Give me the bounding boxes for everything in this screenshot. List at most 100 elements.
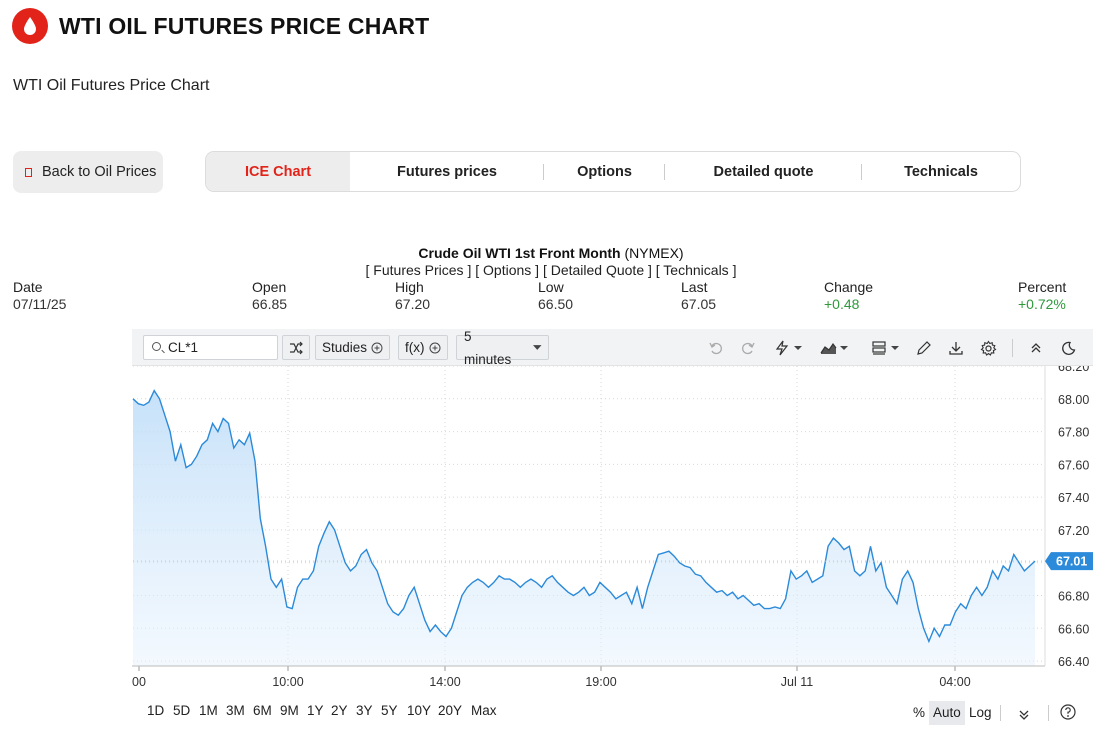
price-chart[interactable]: 68.2068.0067.8067.6067.4067.2067.0066.80… bbox=[132, 366, 1093, 699]
page-title: WTI OIL FUTURES PRICE CHART bbox=[59, 12, 430, 39]
chevron-down-icon bbox=[533, 345, 542, 350]
percent-scale-button[interactable]: % bbox=[913, 701, 925, 725]
header: WTI OIL FUTURES PRICE CHART bbox=[12, 6, 429, 46]
layout-icon[interactable] bbox=[870, 338, 904, 358]
tab-options[interactable]: Options bbox=[544, 152, 665, 191]
dark-mode-icon[interactable] bbox=[1058, 338, 1078, 358]
lightning-icon[interactable] bbox=[772, 338, 806, 358]
stat-high: High 67.20 bbox=[395, 279, 430, 313]
range-button-9m[interactable]: 9M bbox=[280, 703, 299, 718]
pencil-icon[interactable] bbox=[914, 338, 934, 358]
price-area bbox=[133, 390, 1035, 666]
back-icon bbox=[25, 167, 32, 177]
stat-open: Open 66.85 bbox=[252, 279, 287, 313]
stat-low: Low 66.50 bbox=[538, 279, 573, 313]
redo-icon[interactable] bbox=[738, 338, 758, 358]
stat-label: Percent bbox=[1018, 279, 1067, 295]
range-button-1y[interactable]: 1Y bbox=[307, 703, 324, 718]
x-tick-label: Jul 11 bbox=[781, 675, 813, 689]
x-tick-label: 19:00 bbox=[585, 675, 616, 689]
auto-scale-button[interactable]: Auto bbox=[929, 701, 965, 725]
symbol-value: CL*1 bbox=[168, 340, 199, 355]
tab-label: Detailed quote bbox=[713, 163, 814, 180]
stat-label: Date bbox=[13, 279, 43, 295]
range-button-1d[interactable]: 1D bbox=[147, 703, 164, 718]
range-button-5d[interactable]: 5D bbox=[173, 703, 190, 718]
y-tick-label: 67.80 bbox=[1058, 426, 1089, 440]
exchange-name: (NYMEX) bbox=[624, 245, 684, 261]
back-to-oil-prices-button[interactable]: Back to Oil Prices bbox=[13, 151, 163, 193]
range-button-2y[interactable]: 2Y bbox=[331, 703, 348, 718]
tab-detailed-quote[interactable]: Detailed quote bbox=[665, 152, 862, 191]
log-scale-button[interactable]: Log bbox=[969, 701, 992, 725]
oil-drop-icon bbox=[12, 8, 48, 44]
add-circle-icon bbox=[371, 342, 383, 353]
collapse-icon[interactable] bbox=[1026, 338, 1046, 358]
y-tick-label: 66.40 bbox=[1058, 655, 1089, 669]
stat-value: 67.20 bbox=[395, 296, 431, 312]
range-button-10y[interactable]: 10Y bbox=[407, 703, 431, 718]
stat-value: 66.85 bbox=[252, 296, 288, 312]
link-options[interactable]: [ Options ] bbox=[475, 262, 539, 278]
interval-select[interactable]: 5 minutes bbox=[456, 329, 549, 367]
chart-widget: CL*1 Studies f(x) 5 minutes 68.20 68.00 … bbox=[132, 329, 1093, 729]
studies-label: Studies bbox=[322, 340, 368, 355]
studies-button[interactable]: Studies bbox=[315, 335, 391, 360]
quote-title: Crude Oil WTI 1st Front Month (NYMEX) bbox=[0, 245, 1102, 261]
stat-value: 66.50 bbox=[538, 296, 574, 312]
range-button-3y[interactable]: 3Y bbox=[356, 703, 373, 718]
interval-value: 5 minutes bbox=[464, 328, 512, 367]
range-button-5y[interactable]: 5Y bbox=[381, 703, 398, 718]
expand-down-icon[interactable] bbox=[1018, 705, 1030, 729]
tab-label: Technicals bbox=[904, 163, 978, 180]
chart-bottom-bar: 1D 5D 1M 3M 6M 9M 1Y 2Y 3Y 5Y 10Y 20Y Max % Auto Log bbox=[132, 699, 1093, 729]
stat-label: Open bbox=[252, 279, 287, 295]
symbol-search-input[interactable]: CL*1 bbox=[143, 335, 278, 360]
stat-value: +0.72% bbox=[1018, 296, 1066, 312]
instrument-name: Crude Oil WTI 1st Front Month bbox=[418, 245, 621, 261]
y-tick-label: 68.20 bbox=[1058, 366, 1089, 374]
y-tick-label: 67.40 bbox=[1058, 491, 1089, 505]
toolbar-divider bbox=[1012, 339, 1013, 357]
chart-toolbar: CL*1 Studies f(x) 5 minutes bbox=[132, 329, 1093, 367]
stat-percent: Percent +0.72% bbox=[1018, 279, 1066, 313]
compare-button[interactable] bbox=[282, 335, 310, 360]
link-detailed-quote[interactable]: [ Detailed Quote ] bbox=[543, 262, 652, 278]
tab-ice-chart[interactable]: ICE Chart bbox=[206, 152, 350, 191]
add-circle-icon bbox=[429, 342, 440, 353]
bottom-divider bbox=[1000, 705, 1001, 721]
stat-label: High bbox=[395, 279, 424, 295]
chart-tabs: ICE Chart Futures prices Options Detaile… bbox=[205, 151, 1021, 192]
tab-label: ICE Chart bbox=[244, 163, 312, 180]
range-button-20y[interactable]: 20Y bbox=[438, 703, 462, 718]
bottom-divider bbox=[1048, 705, 1049, 721]
range-button-6m[interactable]: 6M bbox=[253, 703, 272, 718]
y-tick-label: 67.60 bbox=[1058, 458, 1089, 472]
search-icon bbox=[152, 342, 161, 351]
settings-icon[interactable] bbox=[978, 338, 998, 358]
stat-date: Date 07/11/25 bbox=[13, 279, 66, 313]
download-icon[interactable] bbox=[946, 338, 966, 358]
chart-type-icon[interactable] bbox=[818, 338, 852, 358]
link-technicals[interactable]: [ Technicals ] bbox=[656, 262, 737, 278]
x-tick-label: 04:00 bbox=[939, 675, 970, 689]
link-futures-prices[interactable]: [ Futures Prices ] bbox=[366, 262, 472, 278]
stat-label: Change bbox=[824, 279, 874, 295]
tab-futures-prices[interactable]: Futures prices bbox=[350, 152, 544, 191]
functions-label: f(x) bbox=[405, 340, 425, 355]
range-button-3m[interactable]: 3M bbox=[226, 703, 245, 718]
tab-label: Options bbox=[577, 163, 632, 180]
y-tick-label: 66.60 bbox=[1058, 622, 1089, 636]
help-icon[interactable] bbox=[1060, 704, 1076, 728]
functions-button[interactable]: f(x) bbox=[398, 335, 448, 360]
y-tick-label: 67.20 bbox=[1058, 524, 1089, 538]
range-button-max[interactable]: Max bbox=[471, 703, 497, 718]
undo-icon[interactable] bbox=[706, 338, 726, 358]
quote-links: [ Futures Prices ] [ Options ] [ Detaile… bbox=[0, 262, 1102, 278]
stat-label: Low bbox=[538, 279, 564, 295]
last-price-label: 67.01 bbox=[1056, 555, 1087, 569]
stat-last: Last 67.05 bbox=[681, 279, 716, 313]
tab-technicals[interactable]: Technicals bbox=[862, 152, 1020, 191]
range-button-1m[interactable]: 1M bbox=[199, 703, 218, 718]
y-tick-label: 66.80 bbox=[1058, 590, 1089, 604]
